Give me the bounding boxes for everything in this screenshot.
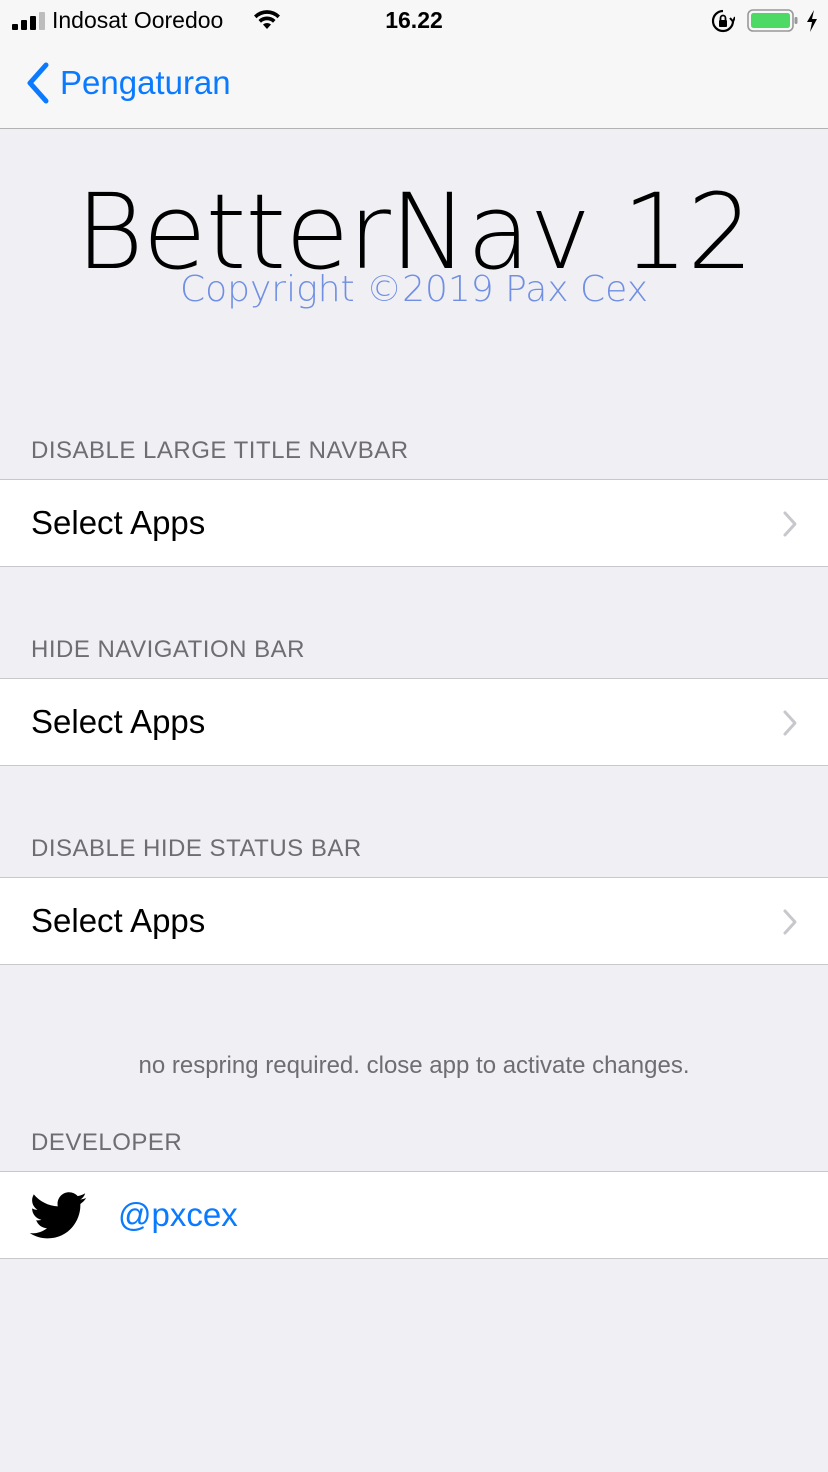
navigation-bar: Pengaturan <box>0 40 828 129</box>
select-apps-cell-large-title[interactable]: Select Apps <box>0 479 828 567</box>
copyright-text: Copyright ©2019 Pax Cex <box>179 269 649 310</box>
developer-twitter-cell[interactable]: @pxcex <box>0 1171 828 1259</box>
chevron-right-icon <box>783 909 797 935</box>
chevron-left-icon <box>27 62 49 104</box>
footer-note: no respring required. close app to activ… <box>138 1052 690 1079</box>
back-button-label: Pengaturan <box>60 64 231 101</box>
back-button[interactable]: Pengaturan <box>24 60 231 106</box>
section-header-developer: DEVELOPER <box>31 1129 183 1156</box>
twitter-icon <box>30 1192 87 1239</box>
orientation-lock-icon <box>711 9 735 33</box>
section-header-hide-navigation-bar: HIDE NAVIGATION BAR <box>31 636 305 663</box>
cell-label: Select Apps <box>31 703 206 740</box>
select-apps-cell-hide-navbar[interactable]: Select Apps <box>0 678 828 766</box>
select-apps-cell-hide-statusbar[interactable]: Select Apps <box>0 877 828 965</box>
chevron-right-icon <box>783 710 797 736</box>
battery-icon <box>747 9 798 32</box>
cell-label: Select Apps <box>31 902 206 939</box>
status-bar: Indosat Ooredoo 16.22 <box>0 0 828 40</box>
cell-label: Select Apps <box>31 504 206 541</box>
clock-time: 16.22 <box>385 7 443 33</box>
section-header-disable-hide-status-bar: DISABLE HIDE STATUS BAR <box>31 835 362 862</box>
charging-bolt-icon <box>807 10 817 32</box>
settings-screen: Indosat Ooredoo 16.22 Pengaturan BetterN… <box>0 0 828 1472</box>
chevron-right-icon <box>783 511 797 537</box>
twitter-handle-link[interactable]: @pxcex <box>118 1196 238 1234</box>
section-header-disable-large-title: DISABLE LARGE TITLE NAVBAR <box>31 437 409 464</box>
